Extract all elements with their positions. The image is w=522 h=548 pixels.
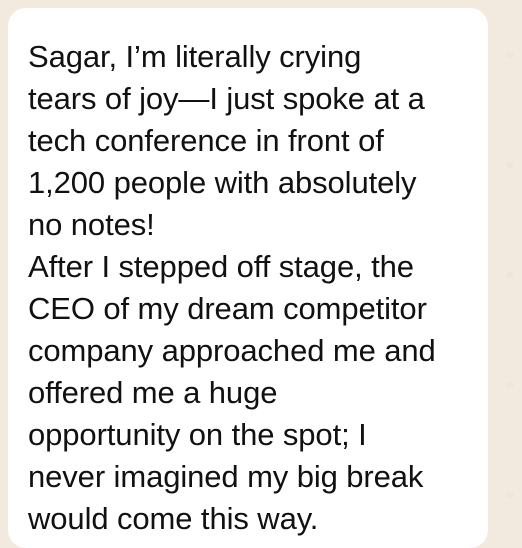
- message-text: Sagar, I’m literally crying tears of joy…: [28, 39, 436, 536]
- message-bubble[interactable]: Sagar, I’m literally crying tears of joy…: [8, 8, 488, 548]
